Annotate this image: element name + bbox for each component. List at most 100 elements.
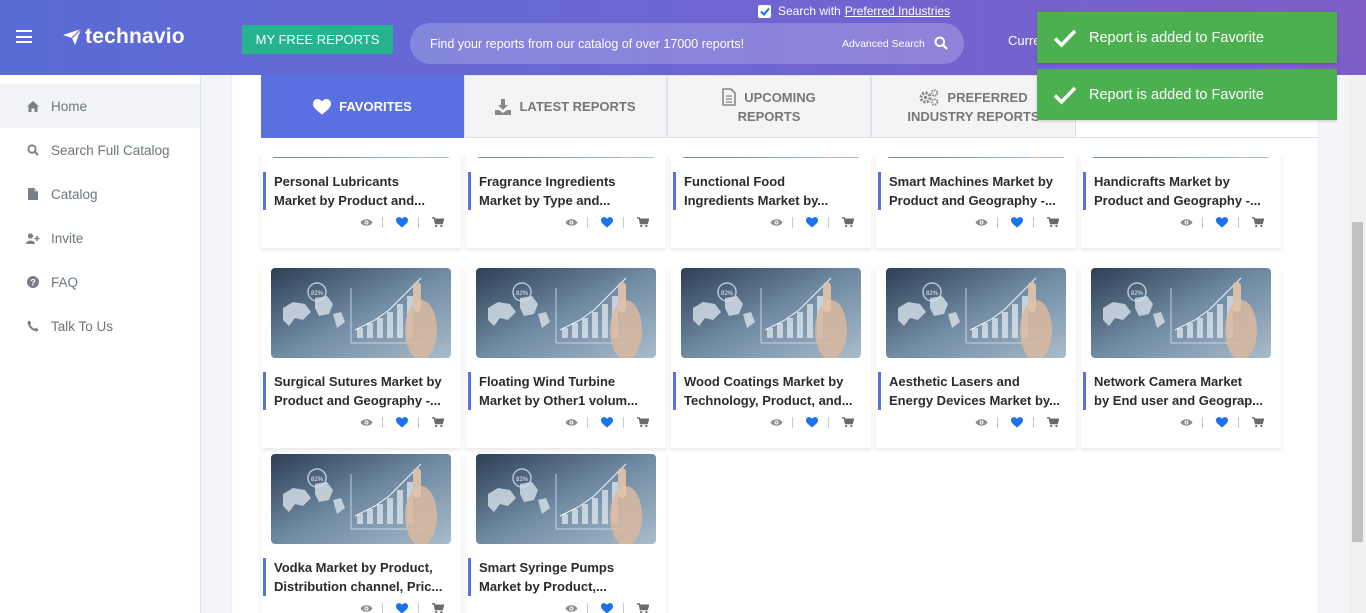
toast-notification: Report is added to Favorite [1037,69,1337,120]
view-eye-icon[interactable] [974,415,988,429]
hamburger-menu-icon[interactable] [16,30,32,43]
report-thumbnail[interactable]: 82% [271,268,451,358]
currency-selector[interactable]: Curre [1008,33,1041,48]
preferred-industries-link[interactable]: Preferred Industries [845,4,950,18]
report-title-line2: Market by Product and... [274,193,425,208]
favorite-heart-icon[interactable] [600,601,614,613]
add-to-cart-icon[interactable] [431,215,445,229]
favorite-heart-icon[interactable] [395,601,409,613]
report-thumbnail[interactable]: 82% [1091,268,1271,358]
svg-text:82%: 82% [721,291,734,297]
report-thumbnail[interactable]: 82% [271,454,451,544]
add-to-cart-icon[interactable] [841,215,855,229]
report-title[interactable]: Network Camera Market by End user and Geo… [1083,372,1273,410]
report-title[interactable]: Aesthetic Lasers and Energy Devices Marke… [878,372,1068,410]
report-title[interactable]: Wood Coatings Market by Technology, Produ… [673,372,863,410]
svg-text:?: ? [30,277,36,287]
technavio-logo[interactable]: technavio [62,25,185,49]
report-title[interactable]: Smart Machines Market by Product and Geog… [878,172,1068,210]
favorite-heart-icon[interactable] [805,415,819,429]
add-to-cart-icon[interactable] [841,415,855,429]
report-thumbnail[interactable]: 82% [476,268,656,358]
report-title[interactable]: Floating Wind Turbine Market by Other1 vo… [468,372,658,410]
preferred-checkbox[interactable] [758,4,771,18]
add-to-cart-icon[interactable] [636,415,650,429]
report-title[interactable]: Vodka Market by Product, Distribution cha… [263,558,453,596]
add-to-cart-icon[interactable] [636,215,650,229]
sidebar-item-label: Search Full Catalog [51,142,170,158]
tab-favorites[interactable]: FAVORITES [261,75,464,138]
view-eye-icon[interactable] [1179,415,1193,429]
report-card[interactable]: 82% Network Camera Market by End user and … [1081,268,1281,448]
sidebar-item-home[interactable]: Home [0,84,200,128]
view-eye-icon[interactable] [564,215,578,229]
view-eye-icon[interactable] [359,415,373,429]
report-title[interactable]: Handicrafts Market by Product and Geograp… [1083,172,1273,210]
add-to-cart-icon[interactable] [1046,215,1060,229]
view-eye-icon[interactable] [564,415,578,429]
report-card[interactable]: 82% Aesthetic Lasers and Energy Devices Ma… [876,268,1076,448]
report-thumbnail[interactable]: 82% [681,268,861,358]
favorite-heart-icon[interactable] [395,215,409,229]
report-card[interactable]: 82% Surgical Sutures Market by Product and… [261,268,461,448]
view-eye-icon[interactable] [974,215,988,229]
report-title[interactable]: Functional Food Ingredients Market by... [673,172,863,210]
view-eye-icon[interactable] [564,601,578,613]
report-card[interactable]: 82% Smart Syringe Pumps Market by Product,… [466,454,666,613]
sidebar-item-talk-to-us[interactable]: Talk To Us [0,304,200,348]
add-to-cart-icon[interactable] [1046,415,1060,429]
svg-text:82%: 82% [311,477,324,483]
search-input[interactable]: Find your reports from our catalog of ov… [430,37,744,51]
sidebar-item-catalog[interactable]: Catalog [0,172,200,216]
toast-message: Report is added to Favorite [1089,29,1264,46]
favorite-heart-icon[interactable] [395,415,409,429]
report-card[interactable]: 82% Vodka Market by Product, Distribution … [261,454,461,613]
report-title[interactable]: Smart Syringe Pumps Market by Product,... [468,558,658,596]
favorite-heart-icon[interactable] [1010,215,1024,229]
report-title-line2: Ingredients Market by... [684,193,829,208]
view-eye-icon[interactable] [359,601,373,613]
view-eye-icon[interactable] [769,215,783,229]
tab-label: LATEST REPORTS [519,99,636,114]
report-card[interactable]: 82% Floating Wind Turbine Market by Other1… [466,268,666,448]
search-icon[interactable] [934,36,948,55]
page-scrollbar-thumb[interactable] [1352,222,1363,542]
report-title[interactable]: Surgical Sutures Market by Product and Ge… [263,372,453,410]
favorite-heart-icon[interactable] [1010,415,1024,429]
sidebar-item-faq[interactable]: ? FAQ [0,260,200,304]
favorite-heart-icon[interactable] [600,415,614,429]
tab-upcoming-reports[interactable]: UPCOMING REPORTS [667,75,871,138]
sidebar-item-invite[interactable]: Invite [0,216,200,260]
add-to-cart-icon[interactable] [1251,415,1265,429]
view-eye-icon[interactable] [1179,215,1193,229]
add-to-cart-icon[interactable] [431,601,445,613]
sidebar-item-search-full-catalog[interactable]: Search Full Catalog [0,128,200,172]
add-to-cart-icon[interactable] [1251,215,1265,229]
favorite-heart-icon[interactable] [1215,415,1229,429]
my-free-reports-button[interactable]: MY FREE REPORTS [242,25,393,54]
report-actions [1081,415,1281,429]
favorite-heart-icon[interactable] [1215,215,1229,229]
favorite-heart-icon[interactable] [805,215,819,229]
tab-label-line2: REPORTS [737,108,801,124]
report-thumbnail[interactable]: 82% [886,268,1066,358]
report-title[interactable]: Personal Lubricants Market by Product and… [263,172,453,210]
view-eye-icon[interactable] [359,215,373,229]
add-to-cart-icon[interactable] [636,601,650,613]
checkmark-icon [1053,28,1077,48]
report-title-line2: Energy Devices Market by... [889,393,1061,408]
report-thumbnail[interactable]: 82% [476,454,656,544]
report-title-line1: Network Camera Market [1094,374,1243,389]
add-to-cart-icon[interactable] [431,415,445,429]
report-card[interactable]: 82% Wood Coatings Market by Technology, Pr… [671,268,871,448]
brand-name: technavio [85,25,185,48]
tab-latest-reports[interactable]: LATEST REPORTS [464,75,667,138]
report-title[interactable]: Fragrance Ingredients Market by Type and.… [468,172,658,210]
preferred-industries-toggle[interactable]: Search with Preferred Industries [758,4,950,18]
report-actions [261,601,461,613]
report-title-line2: Technology, Product, and... [684,393,853,408]
view-eye-icon[interactable] [769,415,783,429]
catalog-search-bar[interactable]: Find your reports from our catalog of ov… [410,23,964,64]
advanced-search-link[interactable]: Advanced Search [842,38,925,50]
favorite-heart-icon[interactable] [600,215,614,229]
